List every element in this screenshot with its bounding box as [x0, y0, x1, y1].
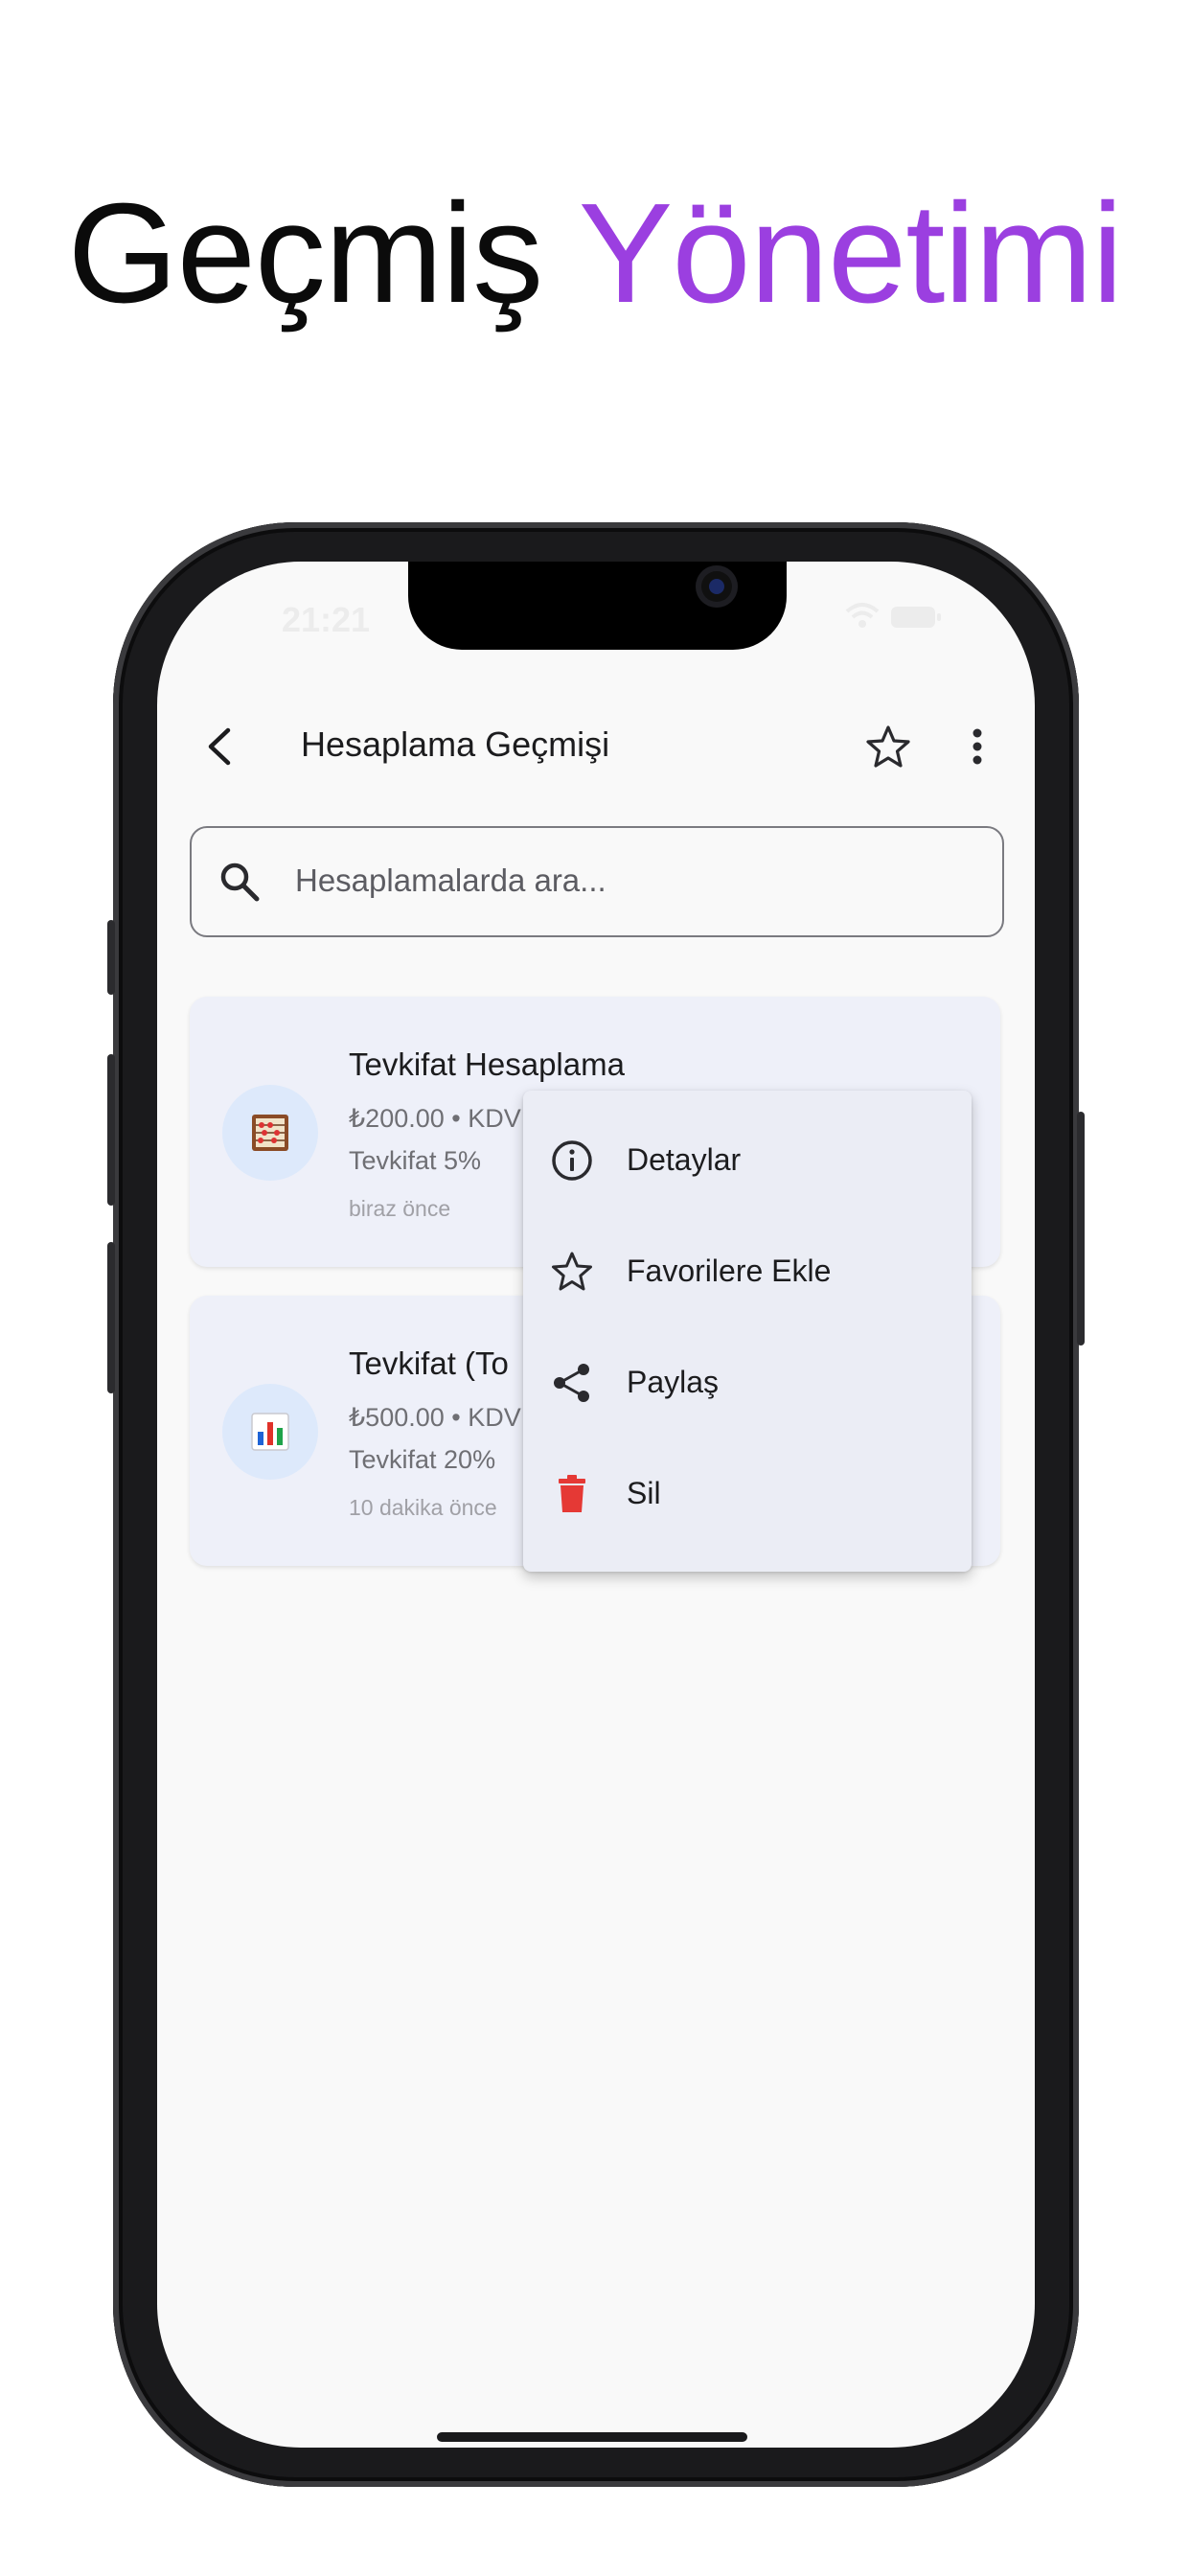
page-title: Hesaplama Geçmişi	[301, 724, 610, 764]
more-vert-icon[interactable]	[958, 723, 996, 770]
star-outline-icon[interactable]	[864, 723, 912, 770]
wifi-icon	[845, 603, 879, 628]
headline-part1: Geçmiş	[67, 174, 544, 333]
menu-item-label: Paylaş	[627, 1365, 720, 1399]
app-screen: 21:21 Hesaplama Geçmişi Hesaplamalarda a…	[157, 562, 1035, 2448]
menu-item-delete[interactable]: Sil	[523, 1438, 972, 1549]
phone-notch	[408, 562, 787, 650]
card-rate: Tevkifat 5%	[349, 1146, 482, 1175]
menu-item-details[interactable]: Detaylar	[523, 1104, 972, 1215]
app-bar: Hesaplama Geçmişi	[157, 705, 1035, 792]
info-icon	[552, 1140, 592, 1181]
back-arrow-icon[interactable]	[197, 723, 245, 770]
front-camera	[696, 565, 738, 608]
card-avatar	[222, 1085, 318, 1181]
search-box	[190, 826, 1004, 937]
status-icons	[843, 602, 943, 638]
card-amount: ₺500.00 • KDV	[349, 1403, 521, 1432]
page-headline: Geçmiş Yönetimi	[0, 172, 1190, 335]
home-indicator	[437, 2432, 747, 2442]
status-time: 21:21	[282, 600, 371, 639]
menu-item-label: Sil	[627, 1476, 661, 1510]
search-icon	[220, 862, 260, 902]
search-input[interactable]	[293, 853, 968, 908]
menu-item-add-favorite[interactable]: Favorilere Ekle	[523, 1215, 972, 1326]
card-timestamp: biraz önce	[349, 1196, 451, 1221]
battery-icon	[891, 607, 941, 628]
card-amount: ₺200.00 • KDV	[349, 1104, 521, 1133]
card-rate: Tevkifat 20%	[349, 1445, 496, 1474]
phone-volume-down	[107, 1242, 115, 1393]
context-menu: Detaylar Favorilere Ekle Paylaş Sil	[523, 1091, 972, 1572]
menu-item-share[interactable]: Paylaş	[523, 1326, 972, 1438]
card-title: Tevkifat (To	[349, 1346, 509, 1381]
card-title: Tevkifat Hesaplama	[349, 1046, 625, 1082]
star-outline-icon	[552, 1252, 592, 1291]
trash-icon	[559, 1475, 585, 1512]
phone-power-button	[1077, 1112, 1085, 1346]
card-avatar	[222, 1384, 318, 1480]
headline-part2: Yönetimi	[578, 174, 1124, 333]
card-timestamp: 10 dakika önce	[349, 1495, 497, 1520]
menu-item-label: Favorilere Ekle	[627, 1254, 832, 1288]
abacus-icon	[252, 1115, 288, 1151]
menu-item-label: Detaylar	[627, 1142, 742, 1177]
phone-volume-up	[107, 1054, 115, 1206]
phone-mute-switch	[107, 920, 115, 995]
bar-chart-icon	[251, 1413, 289, 1451]
share-icon	[554, 1364, 589, 1402]
